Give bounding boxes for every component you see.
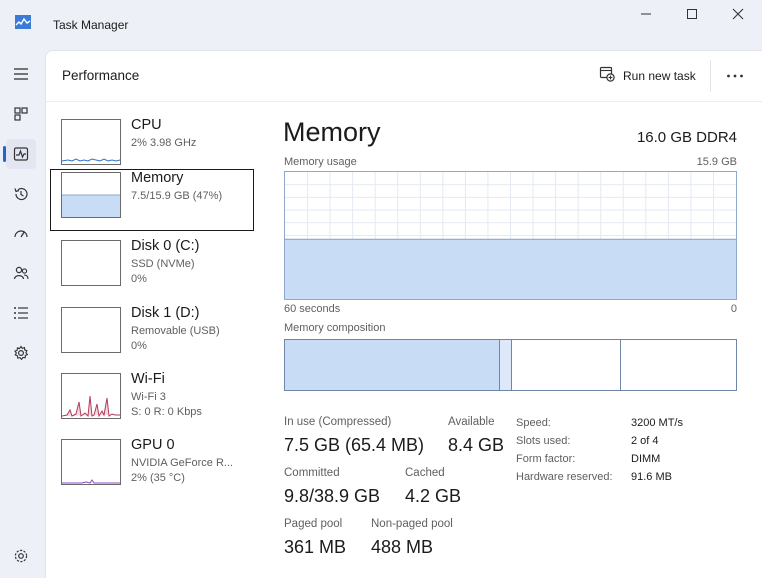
more-options-icon[interactable] (722, 64, 748, 88)
device-gpu-0[interactable]: GPU 0 NVIDIA GeForce R... 2% (35 °C) (50, 436, 254, 498)
available-label: Available (448, 416, 495, 428)
performance-icon[interactable] (6, 139, 36, 169)
memory-usage-label: Memory usage (284, 156, 357, 168)
disk-0-thumbnail-graph (61, 240, 121, 286)
memory-usage-fill (285, 239, 736, 299)
paged-pool-value: 361 MB (284, 537, 347, 557)
committed-value: 9.8/38.9 GB (284, 486, 381, 506)
slots-used-label: Slots used: (516, 435, 571, 447)
cpu-thumbnail-graph (61, 119, 121, 165)
task-manager-app-icon (15, 15, 31, 29)
speed-label: Speed: (516, 417, 551, 429)
run-new-task-button[interactable]: Run new task (599, 66, 696, 85)
header-separator (46, 101, 762, 102)
device-wifi[interactable]: Wi-Fi Wi-Fi 3 S: 0 R: 0 Kbps (50, 370, 254, 432)
window-title: Task Manager (53, 18, 129, 32)
device-usage: 2% (35 °C) (131, 472, 185, 484)
in-use-label: In use (Compressed) (284, 416, 392, 428)
device-name: CPU (131, 117, 162, 133)
device-detail: 2% 3.98 GHz (131, 137, 197, 149)
available-value: 8.4 GB (448, 435, 505, 455)
in-use-value: 7.5 GB (65.4 MB) (284, 435, 425, 455)
composition-free (621, 340, 736, 390)
hardware-reserved-label: Hardware reserved: (516, 471, 613, 483)
run-task-label: Run new task (623, 68, 696, 83)
device-detail: NVIDIA GeForce R... (131, 457, 234, 469)
device-detail: Removable (USB) (131, 325, 220, 337)
run-task-icon (599, 66, 615, 85)
close-button[interactable] (725, 4, 751, 24)
device-name: Wi-Fi (131, 371, 165, 387)
memory-usage-max: 15.9 GB (696, 156, 737, 168)
composition-modified (500, 340, 512, 390)
gpu-thumbnail-graph (61, 439, 121, 485)
device-name: Disk 1 (D:) (131, 305, 200, 321)
device-detail: Wi-Fi 3 (131, 391, 166, 403)
memory-spec: 16.0 GB DDR4 (636, 129, 737, 146)
device-name: Disk 0 (C:) (131, 238, 200, 254)
device-name: Memory (131, 170, 184, 186)
slots-used-value: 2 of 4 (631, 435, 659, 447)
non-paged-pool-value: 488 MB (371, 537, 434, 557)
memory-usage-graph (284, 171, 737, 300)
memory-composition-label: Memory composition (284, 322, 386, 334)
form-factor-value: DIMM (631, 453, 661, 465)
memory-usage-svg (285, 172, 736, 299)
device-usage: S: 0 R: 0 Kbps (131, 406, 202, 418)
composition-in-use (285, 340, 500, 390)
detail-title: Memory (283, 117, 381, 147)
details-icon[interactable] (6, 298, 36, 328)
non-paged-pool-label: Non-paged pool (371, 518, 453, 530)
device-usage: 0% (131, 340, 147, 352)
memory-composition-bar (284, 339, 737, 391)
time-axis-right: 0 (730, 303, 737, 315)
device-usage: 0% (131, 273, 147, 285)
services-icon[interactable] (6, 338, 36, 368)
device-name: GPU 0 (131, 437, 175, 453)
startup-apps-icon[interactable] (6, 219, 36, 249)
processes-icon[interactable] (6, 99, 36, 129)
disk-1-thumbnail-graph (61, 307, 121, 353)
maximize-button[interactable] (679, 4, 705, 24)
page-title: Performance (62, 68, 140, 83)
toolbar-divider (710, 60, 711, 92)
hardware-reserved-value: 91.6 MB (631, 471, 672, 483)
speed-value: 3200 MT/s (631, 417, 683, 429)
minimize-button[interactable] (633, 4, 659, 24)
memory-thumbnail-graph (61, 172, 121, 218)
composition-standby (512, 340, 621, 390)
app-history-icon[interactable] (6, 179, 36, 209)
menu-icon[interactable] (6, 59, 36, 89)
cached-value: 4.2 GB (405, 486, 462, 506)
settings-icon[interactable] (6, 541, 36, 571)
users-icon[interactable] (6, 258, 36, 288)
device-disk-0[interactable]: Disk 0 (C:) SSD (NVMe) 0% (50, 237, 254, 299)
device-memory[interactable]: Memory 7.5/15.9 GB (47%) (50, 169, 254, 231)
form-factor-label: Form factor: (516, 453, 576, 465)
device-detail: 7.5/15.9 GB (47%) (131, 190, 223, 202)
time-axis-left: 60 seconds (284, 303, 341, 315)
committed-label: Committed (284, 467, 340, 479)
cached-label: Cached (405, 467, 445, 479)
device-disk-1[interactable]: Disk 1 (D:) Removable (USB) 0% (50, 304, 254, 366)
wifi-thumbnail-graph (61, 373, 121, 419)
device-detail: SSD (NVMe) (131, 258, 195, 270)
paged-pool-label: Paged pool (284, 518, 343, 530)
